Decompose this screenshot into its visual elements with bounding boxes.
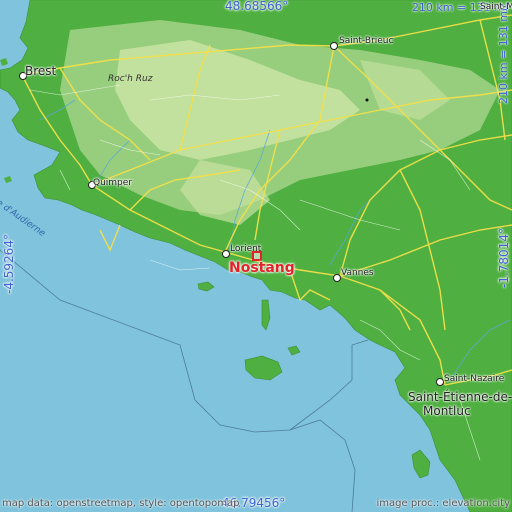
- image-attribution: image proc.: elevation.city: [376, 498, 511, 509]
- city-label-saint-brieuc: Saint-Brieuc: [339, 36, 394, 46]
- city-marker-vannes: [333, 274, 341, 282]
- west-coordinate: -4.59264°: [2, 234, 16, 294]
- city-marker-lorient: [222, 250, 230, 258]
- city-label-saint-nazaire: Saint-Nazaire: [444, 374, 505, 384]
- scale-bar-vertical: 210 km = 131 mi: [497, 7, 510, 104]
- north-coordinate: 48.68566°: [225, 0, 289, 13]
- city-marker-saint-brieuc: [330, 42, 338, 50]
- map-attribution: map data: openstreetmap, style: opentopo…: [2, 498, 240, 509]
- place-name-label: Nostang: [229, 260, 295, 276]
- summit-marker: [365, 98, 369, 102]
- city-label-quimper: Quimper: [93, 178, 133, 188]
- city-label-vannes: Vannes: [341, 268, 374, 278]
- region-label: Roc'h Ruz: [108, 74, 153, 84]
- elevation-map[interactable]: 48.68566° 46.79456° -4.59264° -1.78014° …: [0, 0, 512, 512]
- city-marker-saint-nazaire: [436, 378, 444, 386]
- east-coordinate: -1.78014°: [497, 228, 511, 288]
- city-label-montluc: Montluc: [423, 404, 471, 418]
- city-label-saint-etienne: Saint-Étienne-de-: [408, 390, 512, 404]
- city-label-saint-malo: Saint-Ma: [480, 2, 512, 12]
- city-label-brest: Brest: [25, 64, 57, 78]
